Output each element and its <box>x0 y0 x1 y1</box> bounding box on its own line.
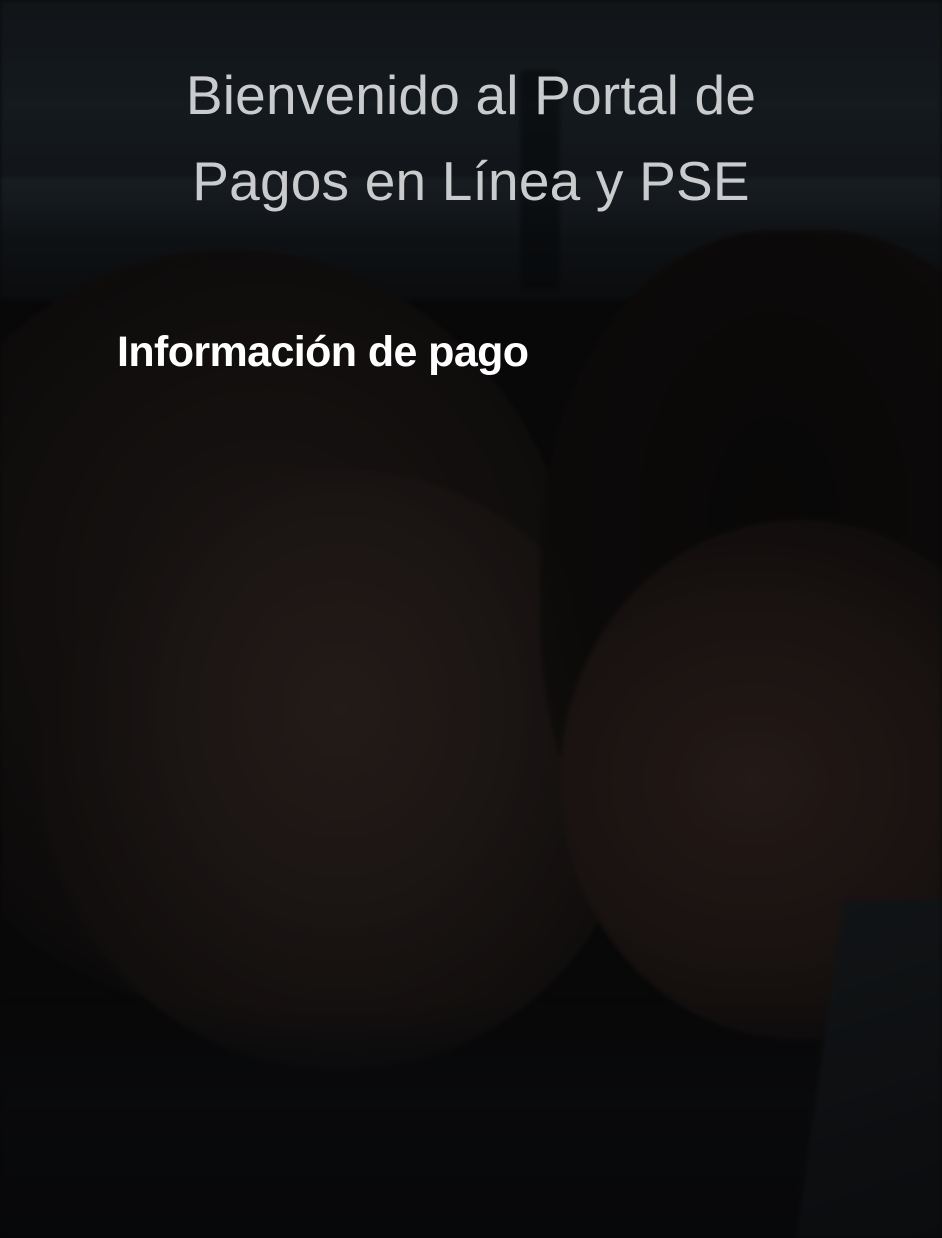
page: Bienvenido al Portal de Pagos en Línea y… <box>0 0 942 1238</box>
page-title: Bienvenido al Portal de Pagos en Línea y… <box>60 52 882 224</box>
page-title-line-1: Bienvenido al Portal de <box>185 64 757 126</box>
page-title-line-2: Pagos en Línea y PSE <box>192 150 750 212</box>
payment-info-heading: Información de pago <box>117 328 529 376</box>
